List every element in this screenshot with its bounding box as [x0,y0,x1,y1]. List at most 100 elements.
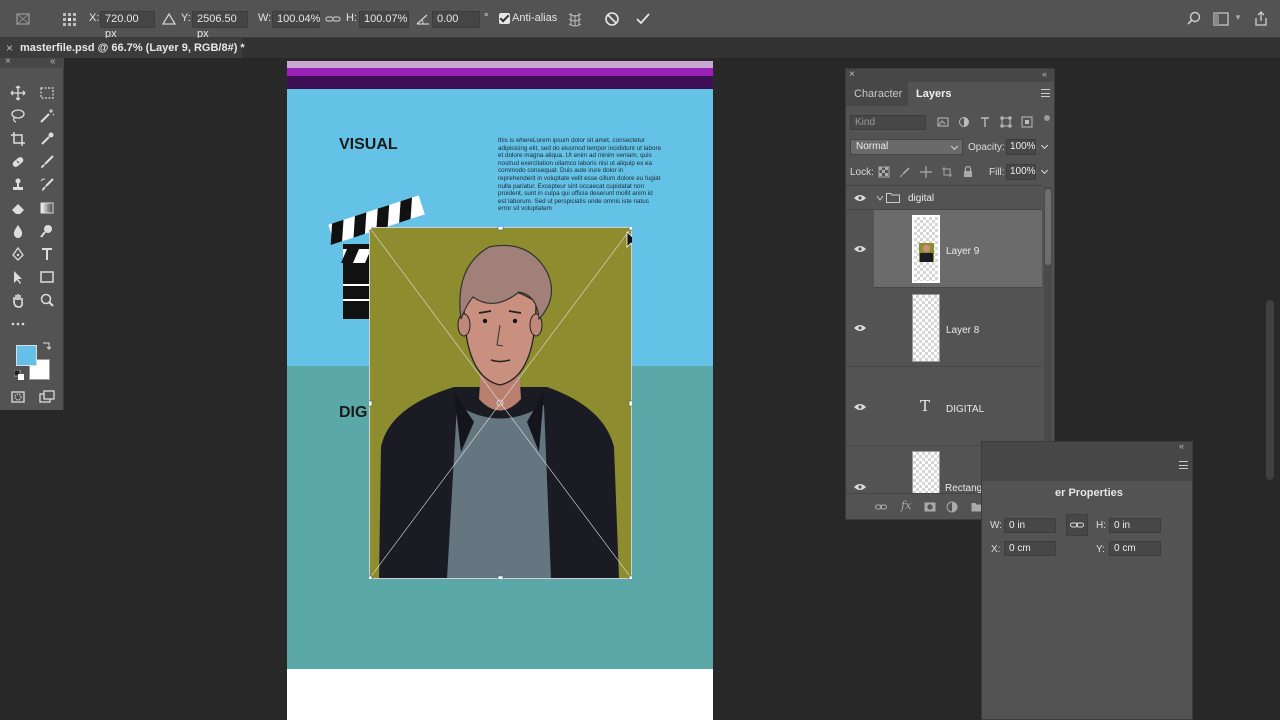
tab-character[interactable]: Character [846,82,908,106]
prop-height-field[interactable]: 0 in [1109,518,1161,533]
visual-heading: VISUAL [339,136,398,153]
adjustment-filter-icon[interactable] [958,116,970,128]
filter-toggle-icon[interactable] [1044,115,1050,121]
hand-tool-icon[interactable] [8,290,28,310]
group-expand-chevron-icon[interactable] [876,194,884,202]
antialias-checkbox[interactable] [499,13,510,24]
workspace-icon[interactable] [1212,10,1230,28]
lock-pixels-icon[interactable] [899,166,911,178]
shape-filter-icon[interactable] [1000,116,1012,128]
blur-tool-icon[interactable] [8,221,28,241]
warp-mode-icon[interactable] [566,10,584,28]
pixel-filter-icon[interactable] [937,116,949,128]
visibility-eye-icon[interactable] [854,194,866,202]
marquee-tool-icon[interactable] [37,83,57,103]
toolbox-collapse-icon[interactable]: « [50,56,56,67]
angle-icon[interactable] [414,10,432,28]
properties-collapse-icon[interactable]: « [1179,441,1184,451]
layers-panel-menu-icon[interactable] [1041,89,1050,97]
more-tools-icon[interactable] [8,314,28,334]
layer-row-layer-8[interactable] [846,288,1042,367]
opacity-dropdown-icon[interactable] [1039,139,1050,155]
fill-label: Fill: [989,167,1005,178]
kind-filter-dropdown[interactable]: Kind [850,115,926,130]
document-tab[interactable]: × masterfile.psd @ 66.7% (Layer 9, RGB/8… [0,38,245,58]
healing-brush-icon[interactable] [8,152,28,172]
pen-tool-icon[interactable] [8,244,28,264]
height-field[interactable]: 100.07% [359,11,409,28]
cancel-transform-icon[interactable] [603,10,621,28]
path-selection-icon[interactable] [8,267,28,287]
panel-collapse-icon[interactable]: « [1042,69,1047,79]
move-tool-icon[interactable] [8,83,28,103]
lock-position-icon[interactable] [920,166,932,178]
prop-w-label: W: [990,520,1003,531]
delta-icon[interactable] [160,10,178,28]
x-position-field[interactable]: 720.00 px [100,11,155,40]
blend-mode-dropdown[interactable]: Normal [850,139,963,155]
type-tool-icon[interactable] [37,244,57,264]
share-icon[interactable] [1252,10,1270,28]
y-position-field[interactable]: 2506.50 px [192,11,248,40]
fill-field[interactable]: 100% [1006,164,1036,180]
tab-layers[interactable]: Layers [908,82,952,106]
rectangle-tool-icon[interactable] [37,267,57,287]
smart-object-filter-icon[interactable] [1021,116,1033,128]
link-dimensions-button[interactable] [1066,514,1088,536]
commit-transform-icon[interactable] [634,10,652,28]
screen-mode-icon[interactable] [37,387,57,407]
angle-field[interactable]: 0.00 [432,11,480,28]
visibility-eye-icon[interactable] [854,403,866,411]
workspace-dropdown-icon[interactable]: ▼ [1234,13,1242,22]
layer-row-digital[interactable] [846,367,1042,446]
close-tab-icon[interactable]: × [6,41,13,55]
search-icon[interactable] [1185,10,1203,28]
type-filter-icon[interactable] [979,116,991,128]
visibility-eye-icon[interactable] [854,483,866,491]
link-icon[interactable] [324,10,342,28]
opacity-field[interactable]: 100% [1006,139,1036,155]
visibility-eye-icon[interactable] [854,245,866,253]
reference-point-icon[interactable] [60,10,78,28]
prop-y-field[interactable]: 0 cm [1109,541,1161,556]
prop-x-field[interactable]: 0 cm [1004,541,1056,556]
dodge-tool-icon[interactable] [37,221,57,241]
gradient-tool-icon[interactable] [37,198,57,218]
visibility-eye-icon[interactable] [854,324,866,332]
properties-menu-icon[interactable] [1179,461,1188,469]
document-canvas[interactable]: VISUAL DIG this is whereLorem ipsum dolo… [287,61,713,720]
layer-group-row[interactable]: digital [846,186,1042,210]
lasso-tool-icon[interactable] [8,106,28,126]
clone-stamp-icon[interactable] [8,175,28,195]
eyedropper-icon[interactable] [37,129,57,149]
adjustment-layer-icon[interactable] [946,501,958,513]
brush-tool-icon[interactable] [37,152,57,172]
add-mask-icon[interactable] [924,501,936,513]
layers-scrollbar-thumb[interactable] [1045,189,1051,265]
thumbnail-face [923,245,930,252]
zoom-tool-icon[interactable] [37,290,57,310]
fill-dropdown-icon[interactable] [1039,164,1050,180]
window-scrollbar[interactable] [1266,300,1274,480]
panel-close-icon[interactable]: × [849,69,855,80]
w-label: W: [258,12,272,24]
prop-h-label: H: [1096,520,1106,531]
link-layers-icon[interactable] [875,501,887,513]
prop-width-field[interactable]: 0 in [1004,518,1056,533]
history-brush-icon[interactable] [37,175,57,195]
eraser-tool-icon[interactable] [8,198,28,218]
default-colors-icon[interactable] [13,369,25,381]
swap-colors-icon[interactable] [40,340,52,352]
magic-wand-icon[interactable] [37,106,57,126]
crop-tool-icon[interactable] [8,129,28,149]
lock-all-icon[interactable] [962,166,974,178]
link-icon [1070,522,1084,528]
lock-transparency-icon[interactable] [878,166,890,178]
toolbox-close-icon[interactable]: × [5,56,11,67]
quick-mask-icon[interactable] [8,387,28,407]
width-field[interactable]: 100.04% [272,11,320,28]
transform-tool-icon[interactable] [14,10,32,28]
foreground-color-swatch[interactable] [16,345,37,366]
lock-artboard-icon[interactable] [941,166,953,178]
layer-effects-icon[interactable]: fx [901,499,911,512]
